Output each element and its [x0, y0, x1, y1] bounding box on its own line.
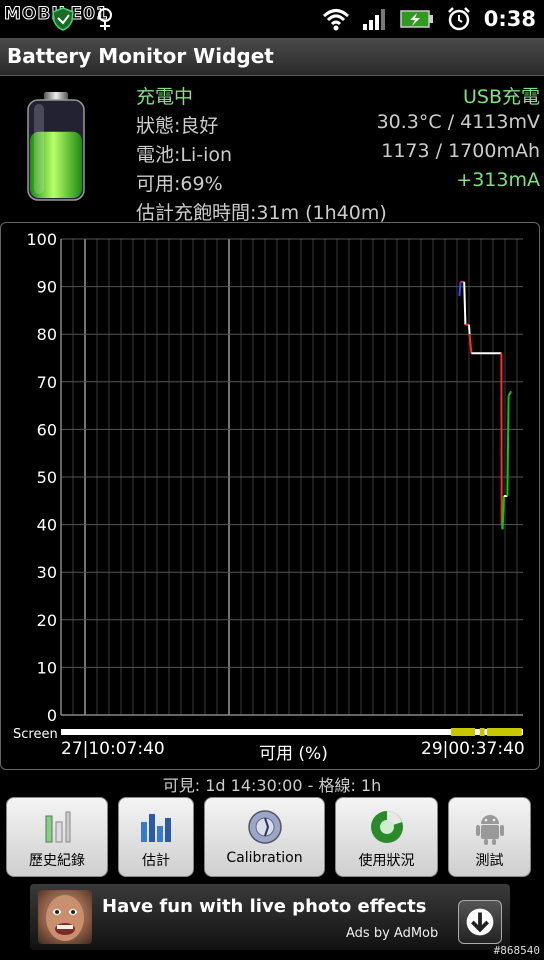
- visible-range-text: 可見: 1d 14:30:00 - 格線: 1h: [162, 776, 382, 795]
- x-end-label: 29|00:37:40: [421, 739, 525, 759]
- health-status: 狀態:良好: [136, 115, 219, 137]
- data-line-segment: [501, 515, 505, 530]
- charging-status: 充電中: [136, 86, 194, 108]
- action-buttons: 歷史紀錄 估計 Calibration 使用狀況 測試: [0, 797, 544, 877]
- clock: 0:38: [483, 7, 536, 31]
- data-line-segment: [468, 334, 473, 354]
- test-button[interactable]: 測試: [448, 797, 531, 877]
- usb-debug-icon[interactable]: [92, 6, 118, 32]
- ad-title: Have fun with live photo effects: [102, 896, 427, 917]
- screen-on-segment: [479, 728, 485, 736]
- data-line-segment: [458, 281, 462, 297]
- data-line-segment: [502, 496, 505, 516]
- alarm-icon: [447, 7, 470, 31]
- ad-thumbnail: [38, 890, 92, 944]
- temp-voltage: 30.3°C / 4113mV: [376, 111, 540, 133]
- y-tick-label: 60: [37, 420, 57, 439]
- y-tick-label: 90: [37, 278, 57, 297]
- admob-banner[interactable]: Have fun with live photo effects Ads by …: [30, 884, 510, 950]
- data-line-segment: [468, 324, 471, 335]
- y-tick-label: 50: [37, 468, 57, 487]
- data-line-segment: [506, 396, 510, 497]
- history-button[interactable]: 歷史紀錄: [6, 797, 108, 877]
- usage-button[interactable]: 使用狀況: [335, 797, 438, 877]
- battery-level-icon: [27, 92, 85, 201]
- x-start-label: 27|10:07:40: [61, 739, 165, 759]
- history-icon: [45, 811, 71, 843]
- health-row: 狀態:良好 30.3°C / 4113mV: [136, 111, 540, 140]
- x-axis-label: 可用 (%): [259, 744, 328, 764]
- download-icon[interactable]: [458, 900, 502, 944]
- y-tick-label: 0: [47, 706, 57, 725]
- screen-on-segment: [451, 728, 475, 736]
- battery-charging-icon: [400, 10, 433, 28]
- y-tick-label: 20: [37, 611, 57, 630]
- signal-icon: [362, 9, 385, 30]
- y-tick-label: 40: [37, 516, 57, 535]
- ad-byline: Ads by AdMob: [346, 926, 439, 941]
- status-bar: MOBILE01 0:38: [0, 0, 544, 38]
- data-line-segment: [463, 281, 467, 325]
- y-tick-label: 10: [37, 658, 57, 677]
- available-row: 可用:69% +313mA: [136, 169, 540, 198]
- shield-notification-icon[interactable]: [50, 6, 76, 32]
- wifi-icon: [322, 9, 349, 31]
- y-tick-label: 80: [37, 325, 57, 344]
- y-tick-label: 100: [26, 230, 57, 249]
- charge-source: USB充電: [462, 86, 540, 108]
- battery-info-panel: 充電中 USB充電 狀態:良好 30.3°C / 4113mV 電池:Li-io…: [0, 76, 544, 224]
- time-to-full: 估計充飽時間:31m (1h40m): [136, 202, 387, 224]
- usage-icon: [370, 811, 403, 843]
- capacity: 1173 / 1700mAh: [381, 140, 540, 162]
- battery-type: 電池:Li-ion: [136, 144, 233, 166]
- watermark: #868540: [493, 944, 540, 957]
- available-percent: 可用:69%: [136, 173, 223, 195]
- estimate-button[interactable]: 估計: [118, 797, 194, 877]
- charge-status-row: 充電中 USB充電: [136, 82, 540, 111]
- calibration-button[interactable]: Calibration: [204, 797, 325, 877]
- estimate-icon: [141, 814, 171, 842]
- screen-on-segment: [487, 728, 522, 736]
- calibration-icon: [247, 810, 282, 844]
- chart-canvas: 1009080706050403020100Screen: [13, 230, 523, 742]
- app-title: Battery Monitor Widget: [7, 44, 274, 68]
- battery-history-chart[interactable]: 100 90 80 70 60 50 40 30 20 10 0 Screen 27|10:07:40…: [0, 222, 540, 770]
- y-tick-label: 70: [37, 373, 57, 392]
- android-test-icon: [475, 815, 504, 845]
- chart-footer: 27|10:07:40 可用 (%) 29|00:37:40: [1, 739, 539, 765]
- data-line-segment: [507, 390, 512, 397]
- app-title-bar: Battery Monitor Widget: [0, 38, 544, 76]
- y-tick-label: 30: [37, 563, 57, 582]
- current: +313mA: [456, 169, 540, 191]
- battery-type-row: 電池:Li-ion 1173 / 1700mAh: [136, 140, 540, 169]
